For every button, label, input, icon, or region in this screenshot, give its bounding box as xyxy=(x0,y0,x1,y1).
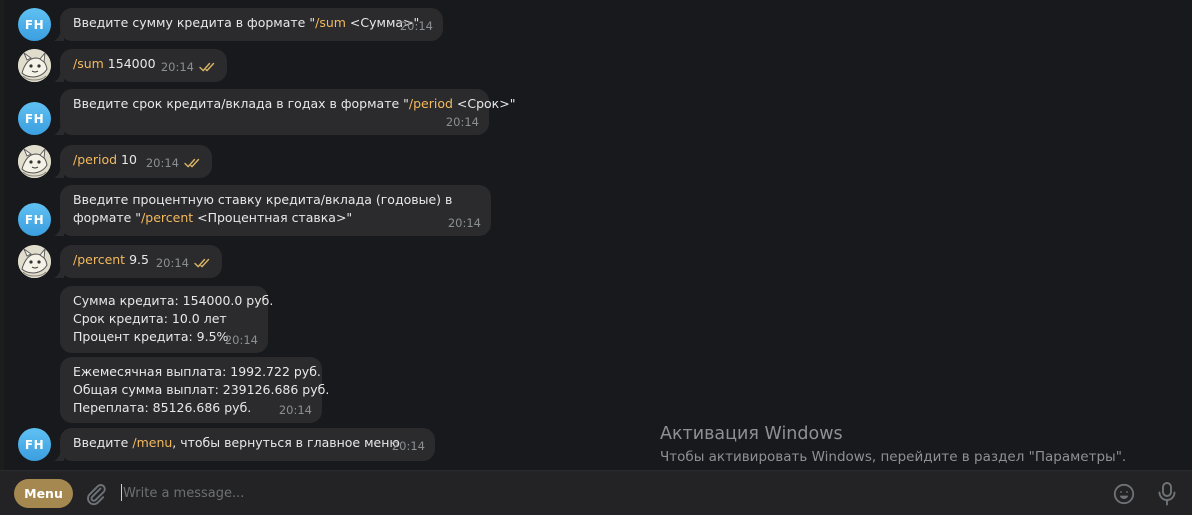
bot-avatar[interactable]: FH xyxy=(18,8,51,41)
message-line: Общая сумма выплат: 239126.686 руб. xyxy=(73,381,329,399)
command-link[interactable]: /percent xyxy=(141,210,193,225)
message-text: Ежемесячная выплата: 1992.722 руб. xyxy=(73,364,321,379)
bubble-tail xyxy=(54,449,64,461)
message-line: Срок кредита: 10.0 лет xyxy=(73,310,256,328)
incoming-message[interactable]: Введите /menu, чтобы вернуться в главное… xyxy=(54,428,435,461)
incoming-message[interactable]: Введите процентную ставку кредита/вклада… xyxy=(54,185,491,236)
message-text: Введите срок кредита/вклада в годах в фо… xyxy=(73,96,409,111)
message-text: 10 xyxy=(117,152,137,167)
message-meta: 20:14 xyxy=(161,58,217,76)
message-composer: Menu xyxy=(0,470,1192,515)
message-text: <Процентная ставка>" xyxy=(193,210,353,225)
message-time: 20:14 xyxy=(155,256,189,270)
smile-icon[interactable] xyxy=(1112,482,1136,506)
bubble-tail xyxy=(54,70,64,82)
user-avatar[interactable] xyxy=(18,245,51,278)
message-input[interactable] xyxy=(122,480,1084,506)
incoming-message[interactable]: Введите срок кредита/вклада в годах в фо… xyxy=(54,89,515,135)
message-meta: 20:14 xyxy=(446,113,479,131)
message-time: 20:14 xyxy=(445,115,479,129)
microphone-icon[interactable] xyxy=(1156,481,1178,507)
bot-avatar[interactable]: FH xyxy=(18,428,51,461)
message-meta: 20:14 xyxy=(279,401,312,419)
message-text: Срок кредита: 10.0 лет xyxy=(73,311,227,326)
command-link[interactable]: /period xyxy=(73,152,117,167)
message-text: Общая сумма выплат: 239126.686 руб. xyxy=(73,382,330,397)
paperclip-icon[interactable] xyxy=(84,482,108,506)
command-link[interactable]: /period xyxy=(409,96,453,111)
bubble-tail xyxy=(54,224,64,236)
outgoing-message[interactable]: /percent 9.5 20:14 xyxy=(54,245,222,278)
message-text: формате " xyxy=(73,210,142,225)
message-text: 154000 xyxy=(103,56,156,71)
double-check-icon xyxy=(184,158,200,168)
telegram-window: FH Введите сумму кредита в формате "/sum … xyxy=(0,0,1192,515)
message-text: , чтобы вернуться в главное меню xyxy=(172,435,400,450)
message-line: Введите процентную ставку кредита/вклада… xyxy=(73,191,479,209)
message-meta: 20:14 xyxy=(448,214,481,232)
message-line: Введите срок кредита/вклада в годах в фо… xyxy=(73,95,515,113)
message-time: 20:14 xyxy=(145,156,179,170)
message-line: Ежемесячная выплата: 1992.722 руб. xyxy=(73,363,321,381)
message-time: 20:14 xyxy=(391,439,425,453)
message-time: 20:14 xyxy=(399,19,433,33)
message-time: 20:14 xyxy=(278,403,312,417)
message-text: <Срок>" xyxy=(452,96,516,111)
bubble-tail xyxy=(54,29,64,41)
incoming-message[interactable]: Сумма кредита: 154000.0 руб. Срок кредита… xyxy=(60,286,273,353)
message-list[interactable]: FH Введите сумму кредита в формате "/sum … xyxy=(4,0,1192,470)
message-meta: 20:14 xyxy=(156,254,212,272)
message-text: Введите xyxy=(73,435,133,450)
message-line: Сумма кредита: 154000.0 руб. xyxy=(73,292,273,310)
command-link[interactable]: /percent xyxy=(73,252,125,267)
message-time: 20:14 xyxy=(447,216,481,230)
command-link[interactable]: /sum xyxy=(315,15,346,30)
message-meta: 20:14 xyxy=(146,154,202,172)
message-text: Введите процентную ставку кредита/вклада… xyxy=(73,192,453,207)
outgoing-message[interactable]: /period 10 20:14 xyxy=(54,145,212,178)
message-meta: 20:14 xyxy=(392,437,425,455)
command-link[interactable]: /sum xyxy=(73,56,104,71)
user-avatar[interactable] xyxy=(18,49,51,82)
bubble-tail xyxy=(54,123,64,135)
outgoing-message[interactable]: /sum 154000 20:14 xyxy=(54,49,227,82)
message-meta: 20:14 xyxy=(225,331,258,349)
double-check-icon xyxy=(199,62,215,72)
incoming-message[interactable]: Введите сумму кредита в формате "/sum <С… xyxy=(54,8,443,41)
message-line: Переплата: 85126.686 руб. xyxy=(73,399,310,417)
bot-avatar[interactable]: FH xyxy=(18,102,51,135)
message-text: Переплата: 85126.686 руб. xyxy=(73,400,252,415)
message-text: Сумма кредита: 154000.0 руб. xyxy=(73,293,274,308)
message-text: Введите сумму кредита в формате " xyxy=(73,15,316,30)
incoming-message[interactable]: Ежемесячная выплата: 1992.722 руб. Общая … xyxy=(60,357,329,423)
bubble-tail xyxy=(54,266,64,278)
message-text: 9.5 xyxy=(125,252,149,267)
message-meta: 20:14 xyxy=(400,17,433,35)
bubble-tail xyxy=(54,166,64,178)
message-time: 20:14 xyxy=(224,333,258,347)
message-line: Введите сумму кредита в формате "/sum <С… xyxy=(73,14,431,32)
command-link[interactable]: /menu xyxy=(132,435,172,450)
user-avatar[interactable] xyxy=(18,145,51,178)
double-check-icon xyxy=(194,258,210,268)
message-text: Процент кредита: 9.5% xyxy=(73,329,229,344)
message-time: 20:14 xyxy=(160,60,194,74)
message-line: Введите /menu, чтобы вернуться в главное… xyxy=(73,434,423,452)
message-line: формате "/percent <Процентная ставка>" xyxy=(73,209,479,227)
menu-button[interactable]: Menu xyxy=(14,479,73,508)
bot-avatar[interactable]: FH xyxy=(18,203,51,236)
